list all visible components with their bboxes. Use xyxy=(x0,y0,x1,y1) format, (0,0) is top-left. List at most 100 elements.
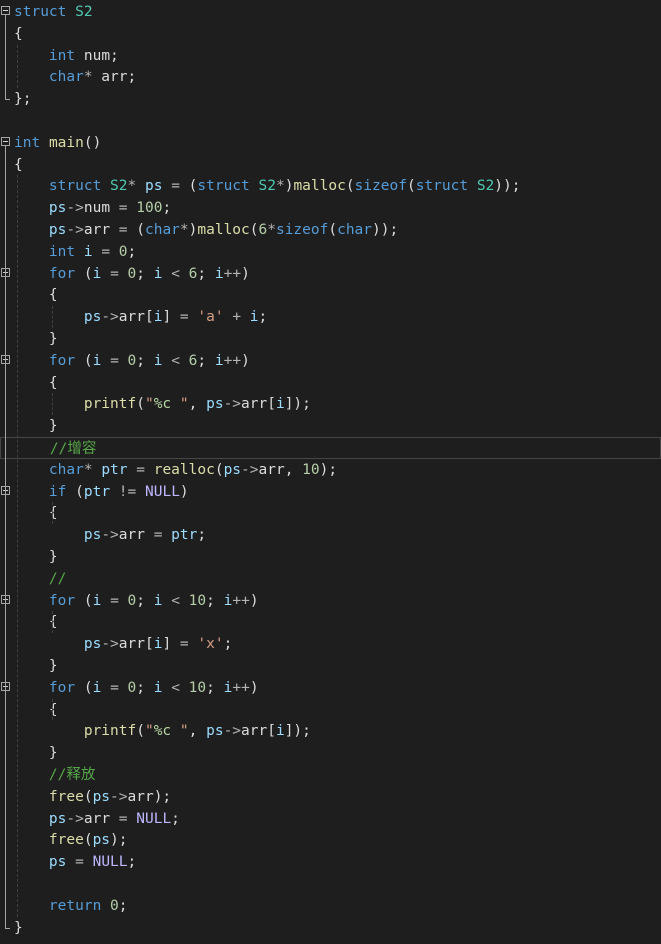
operator: * xyxy=(83,461,93,478)
code-line[interactable]: } xyxy=(0,328,661,350)
code-text: { xyxy=(14,25,23,42)
code-line[interactable]: ps->arr[i] = 'x'; xyxy=(0,633,661,655)
local-variable: ps xyxy=(92,832,111,849)
code-line[interactable]: struct S2* ps = (struct S2*)malloc(sizeo… xyxy=(0,175,661,197)
code-text: ( xyxy=(75,265,93,282)
keyword: sizeof xyxy=(354,178,407,195)
keyword: int xyxy=(48,47,76,64)
code-line[interactable]: } xyxy=(0,415,661,437)
code-line[interactable]: for (i = 0; i < 10; i++) xyxy=(0,677,661,699)
operator: = xyxy=(179,636,189,653)
collapse-outline-icon[interactable] xyxy=(1,136,10,146)
code-text: ; xyxy=(197,527,207,544)
operator: -> xyxy=(223,723,242,740)
code-line[interactable]: }; xyxy=(0,88,661,110)
code-line[interactable]: int main() xyxy=(0,132,661,154)
code-text: ; xyxy=(197,265,215,282)
code-text: ) xyxy=(249,592,259,609)
code-text: } xyxy=(14,546,58,568)
local-variable: ps xyxy=(48,222,67,238)
code-text: arr xyxy=(83,222,119,238)
code-line[interactable]: ps->num = 100; xyxy=(0,197,661,219)
code-line[interactable]: ps = NULL; xyxy=(0,851,661,873)
code-line[interactable]: free(ps->arr); xyxy=(0,786,661,808)
code-line[interactable]: int num; xyxy=(0,45,661,67)
code-line[interactable]: } xyxy=(0,655,661,677)
collapse-outline-icon[interactable] xyxy=(1,6,10,15)
operator: -> xyxy=(223,396,242,413)
code-line[interactable]: } xyxy=(0,742,661,764)
code-line[interactable] xyxy=(0,873,661,895)
local-variable: i xyxy=(275,396,285,413)
code-line[interactable]: { xyxy=(0,372,661,394)
operator: < xyxy=(171,265,180,282)
code-text: ; xyxy=(136,592,154,609)
function-name: printf xyxy=(83,723,137,740)
code-line[interactable]: char* ptr = realloc(ps->arr, 10); xyxy=(0,459,661,481)
code-line[interactable]: ps->arr[i] = 'a' + i; xyxy=(0,306,661,328)
code-line[interactable]: ps->arr = ptr; xyxy=(0,524,661,546)
code-line[interactable]: if (ptr != NULL) xyxy=(0,481,661,503)
code-line[interactable]: free(ps); xyxy=(0,829,661,851)
code-editor[interactable]: struct S2 { int num; char* arr;}; int main… xyxy=(0,0,661,944)
code-text: () xyxy=(83,134,102,151)
keyword: int xyxy=(14,134,41,151)
keyword: for xyxy=(48,265,76,282)
code-line[interactable]: for (i = 0; i < 10; i++) xyxy=(0,590,661,612)
code-text: } xyxy=(14,418,58,435)
local-variable: ps xyxy=(48,854,67,871)
code-line[interactable]: { xyxy=(0,23,661,45)
code-line[interactable]: } xyxy=(0,546,661,568)
code-text: ( xyxy=(345,178,355,195)
operator: != xyxy=(118,483,137,500)
code-line[interactable]: return 0; xyxy=(0,895,661,917)
code-line[interactable]: struct S2 xyxy=(0,1,661,23)
code-line[interactable] xyxy=(0,110,661,132)
code-line[interactable]: } xyxy=(0,917,661,939)
code-line[interactable]: ps->arr = (char*)malloc(6*sizeof(char)); xyxy=(0,219,661,241)
local-variable: i xyxy=(214,265,224,282)
code-line[interactable]: { xyxy=(0,284,661,306)
code-text: ( xyxy=(83,832,93,849)
code-line[interactable]: { xyxy=(0,154,661,176)
operator: + xyxy=(232,309,242,326)
code-line[interactable]: { xyxy=(0,611,661,633)
code-line[interactable]: //释放 xyxy=(0,764,661,786)
code-line[interactable]: // xyxy=(0,568,661,590)
code-line[interactable]: printf("%c ", ps->arr[i]); xyxy=(0,720,661,742)
code-text: { xyxy=(14,374,58,391)
keyword: struct xyxy=(14,4,67,20)
current-code-line[interactable]: //增容 xyxy=(0,437,661,459)
code-line[interactable]: for (i = 0; i < 6; i++) xyxy=(0,263,661,285)
code-text: ; xyxy=(197,352,215,369)
code-line[interactable]: { xyxy=(0,502,661,524)
code-line[interactable]: char* arr; xyxy=(0,66,661,88)
code-line[interactable]: printf("%c ", ps->arr[i]); xyxy=(0,393,661,415)
code-line[interactable]: ps->arr = NULL; xyxy=(0,808,661,830)
outline-bar xyxy=(5,145,6,928)
code-text: ); xyxy=(110,832,128,849)
code-line[interactable]: for (i = 0; i < 6; i++) xyxy=(0,350,661,372)
function-name: printf xyxy=(83,396,137,413)
code-text: } xyxy=(14,917,23,939)
code-line[interactable]: int i = 0; xyxy=(0,241,661,263)
code-text: ( xyxy=(214,461,224,478)
code-text: ; xyxy=(162,200,172,217)
code-line[interactable]: { xyxy=(0,699,661,721)
indent-guide xyxy=(52,306,53,328)
code-text: struct S2 xyxy=(14,1,93,23)
